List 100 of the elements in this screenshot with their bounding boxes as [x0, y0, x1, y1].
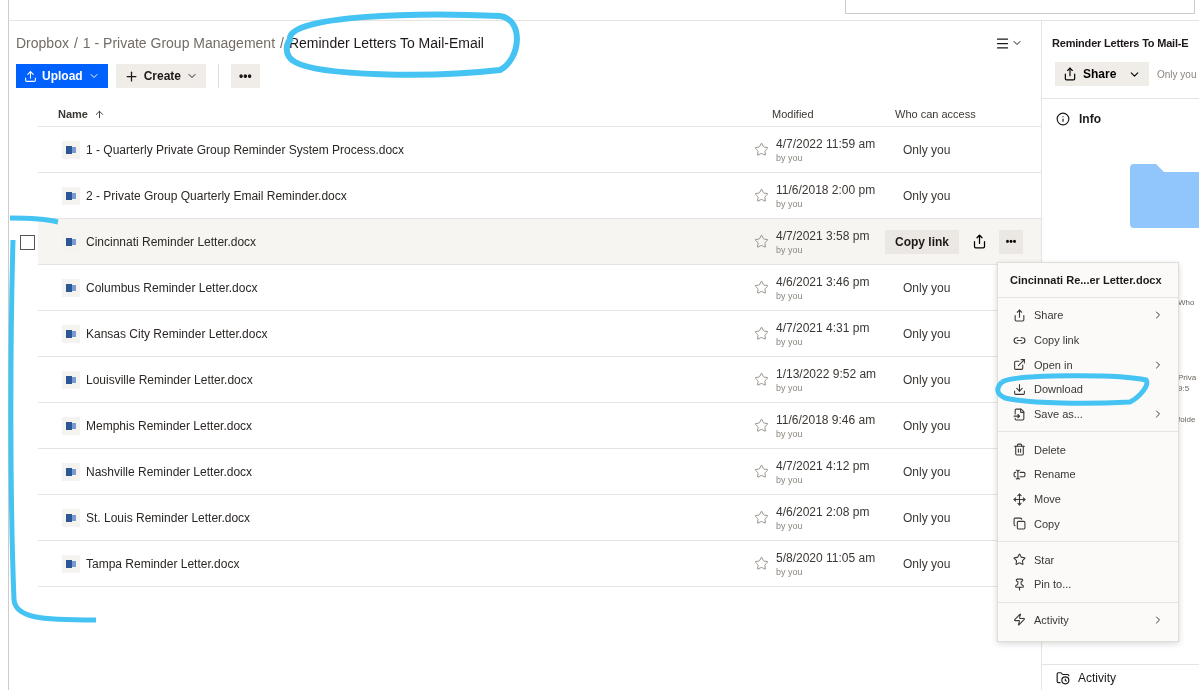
menu-item[interactable]: Copy link: [998, 327, 1178, 353]
breadcrumb-item[interactable]: Dropbox: [16, 35, 69, 51]
access-column-header: Who can access: [895, 108, 977, 120]
file-name[interactable]: Columbus Reminder Letter.docx: [86, 280, 754, 295]
breadcrumb-separator: /: [73, 35, 78, 51]
file-name[interactable]: 2 - Private Group Quarterly Email Reminder.docx: [86, 188, 754, 203]
modified-column-header[interactable]: Modified: [772, 108, 895, 120]
modified-by: by you: [776, 152, 804, 163]
upload-button[interactable]: Upload: [16, 64, 108, 88]
search-field[interactable]: [845, 0, 1195, 14]
menu-item[interactable]: Download: [998, 377, 1178, 402]
modified-date: 11/6/2018 9:46 am: [776, 412, 877, 427]
menu-item[interactable]: Activity: [998, 607, 1178, 633]
menu-item[interactable]: Save as...: [998, 401, 1178, 427]
breadcrumb-item[interactable]: Reminder Letters To Mail-Email: [288, 35, 484, 51]
access-text: Only you: [903, 326, 951, 341]
menu-item[interactable]: Delete: [998, 437, 1178, 463]
more-button[interactable]: •••: [231, 64, 260, 88]
star-icon[interactable]: [754, 418, 769, 433]
file-name[interactable]: St. Louis Reminder Letter.docx: [86, 510, 754, 525]
menu-item[interactable]: Star: [998, 547, 1178, 572]
modified-date: 4/7/2021 4:31 pm: [776, 320, 871, 335]
star-icon[interactable]: [754, 142, 769, 157]
file-name[interactable]: Memphis Reminder Letter.docx: [86, 418, 754, 433]
modified-date: 5/8/2020 11:05 am: [776, 550, 877, 565]
modified-date: 4/7/2021 3:58 pm: [776, 228, 871, 243]
file-name[interactable]: Tampa Reminder Letter.docx: [86, 556, 754, 571]
access-text: Only you: [903, 510, 951, 525]
activity-label[interactable]: Activity: [1078, 670, 1116, 685]
share-button[interactable]: Share: [1055, 62, 1149, 86]
info-icon: [1056, 112, 1070, 126]
star-icon[interactable]: [754, 372, 769, 387]
panel-title: Reminder Letters To Mail-E: [1052, 37, 1189, 49]
modified-date: 4/6/2021 3:46 pm: [776, 274, 871, 289]
modified-date: 11/6/2018 2:00 pm: [776, 182, 877, 197]
open-icon: [1013, 358, 1026, 372]
menu-item[interactable]: Rename: [998, 462, 1178, 487]
row-checkbox[interactable]: [19, 234, 35, 250]
breadcrumb-separator: /: [280, 35, 284, 51]
modified-by: by you: [776, 382, 804, 393]
word-document-icon: [62, 278, 80, 297]
file-name[interactable]: 1 - Quarterly Private Group Reminder System Process.docx: [86, 142, 754, 157]
saveas-icon: [1013, 407, 1026, 421]
menu-item[interactable]: Pin to...: [998, 571, 1178, 597]
file-name[interactable]: Cincinnati Reminder Letter.docx: [86, 234, 754, 249]
access-text: Only you: [903, 372, 951, 387]
word-document-icon: [62, 370, 80, 389]
word-document-icon: [62, 186, 80, 205]
modified-by: by you: [776, 520, 804, 531]
word-document-icon: [62, 462, 80, 481]
file-row[interactable]: Cincinnati Reminder Letter.docx 4/7/2021 3:58 pm by you Copy link •••: [38, 219, 1041, 265]
modified-by: by you: [776, 566, 804, 577]
folder-icon: [1130, 164, 1199, 228]
menu-item[interactable]: Share: [998, 303, 1178, 328]
panel-text: folde: [1178, 415, 1196, 424]
star-icon[interactable]: [754, 280, 769, 295]
file-name[interactable]: Kansas City Reminder Letter.docx: [86, 326, 754, 341]
copy-link-button[interactable]: Copy link: [885, 229, 959, 254]
file-name[interactable]: Louisville Reminder Letter.docx: [86, 372, 754, 387]
word-document-icon: [62, 554, 80, 573]
access-text: Only you: [903, 188, 951, 203]
star-icon[interactable]: [754, 234, 769, 249]
breadcrumb-item[interactable]: 1 - Private Group Management: [82, 35, 276, 51]
create-button[interactable]: Create: [115, 64, 207, 88]
modified-date: 4/7/2022 11:59 am: [776, 136, 877, 151]
access-text: Only you: [903, 418, 951, 433]
panel-text: Who: [1178, 298, 1195, 307]
modified-by: by you: [776, 336, 804, 347]
access-text: Only you: [903, 556, 951, 571]
modified-date: 4/7/2021 4:12 pm: [776, 458, 871, 473]
panel-text: Priva: [1178, 373, 1197, 382]
pin-icon: [1013, 577, 1026, 591]
modified-by: by you: [776, 474, 804, 485]
view-menu-icon[interactable]: [995, 35, 1010, 51]
move-icon: [1013, 492, 1026, 506]
info-label: Info: [1079, 112, 1101, 126]
access-text: Only you: [903, 142, 951, 157]
word-document-icon: [62, 508, 80, 527]
share-icon: [1013, 308, 1026, 322]
word-document-icon: [62, 140, 80, 159]
star-icon[interactable]: [754, 326, 769, 341]
menu-item[interactable]: Copy: [998, 511, 1178, 537]
star-icon[interactable]: [754, 556, 769, 571]
star-icon[interactable]: [754, 464, 769, 479]
more-button[interactable]: •••: [999, 229, 1023, 254]
star-icon: [1013, 553, 1026, 567]
file-name[interactable]: Nashville Reminder Letter.docx: [86, 464, 754, 479]
star-icon[interactable]: [754, 188, 769, 203]
copy-icon: [1013, 517, 1026, 531]
sort-arrow-icon: [93, 108, 105, 120]
modified-by: by you: [776, 428, 804, 439]
menu-title: Cincinnati Re...er Letter.docx: [998, 263, 1178, 298]
star-icon[interactable]: [754, 510, 769, 525]
menu-item[interactable]: Open in: [998, 352, 1178, 378]
menu-item[interactable]: Move: [998, 486, 1178, 512]
plus-icon: [123, 68, 139, 84]
name-column-header[interactable]: Name: [38, 108, 772, 120]
panel-text: 9:5: [1178, 384, 1190, 393]
word-document-icon: [62, 324, 80, 343]
activity-icon: [1013, 613, 1026, 627]
